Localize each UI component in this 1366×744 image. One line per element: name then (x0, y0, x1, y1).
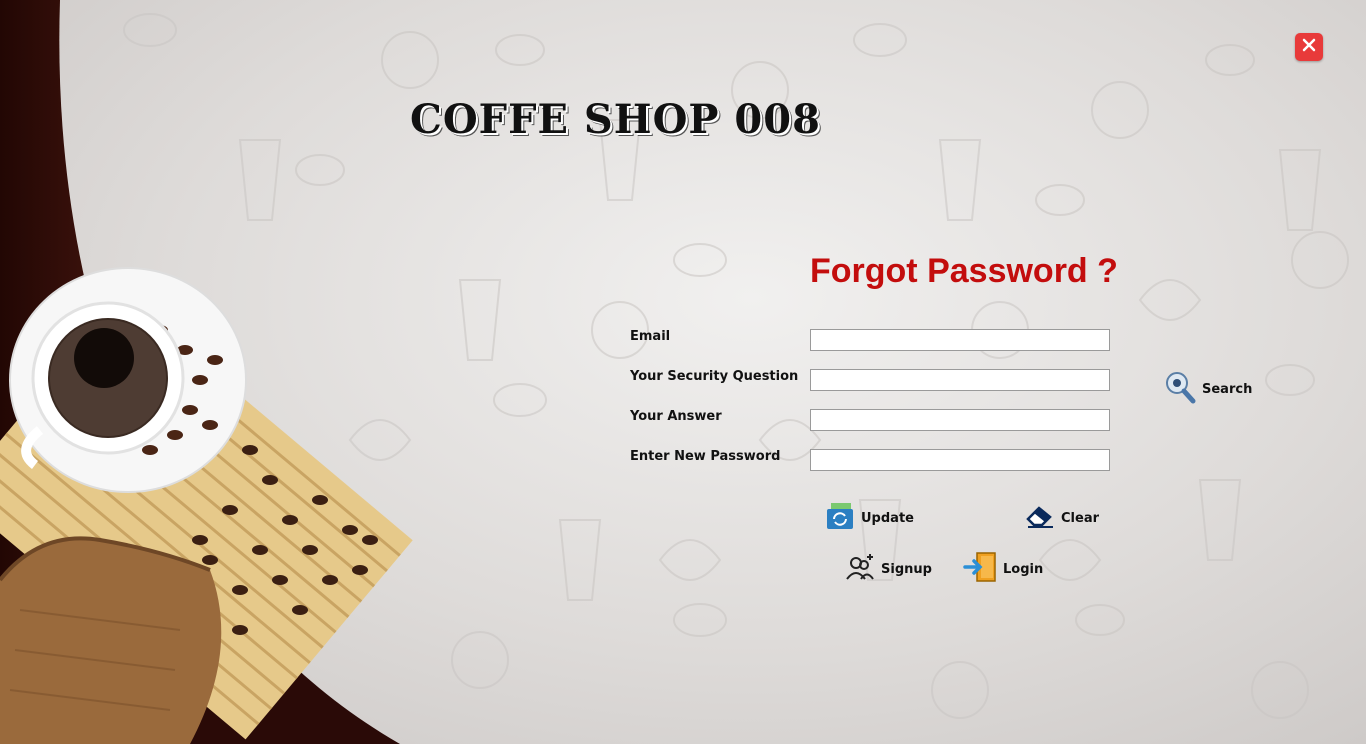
login-button[interactable]: Login (963, 552, 1043, 586)
search-button-label: Search (1202, 381, 1253, 397)
signup-button[interactable]: Signup (845, 552, 932, 586)
login-button-label: Login (1003, 561, 1044, 577)
close-icon (1301, 37, 1317, 57)
security-question-field[interactable] (810, 369, 1110, 391)
answer-label: Your Answer (630, 409, 722, 424)
eraser-icon (1025, 503, 1055, 533)
login-icon (963, 552, 997, 586)
email-label: Email (630, 329, 671, 344)
close-button[interactable] (1295, 33, 1323, 61)
email-field[interactable] (810, 329, 1110, 351)
search-icon (1164, 370, 1196, 408)
add-user-icon (845, 552, 875, 586)
clear-button[interactable]: Clear (1025, 503, 1099, 533)
answer-field[interactable] (810, 409, 1110, 431)
update-button[interactable]: Update (825, 501, 914, 535)
app-title: COFFE SHOP 008 (410, 96, 821, 143)
update-button-label: Update (861, 510, 914, 526)
search-button[interactable]: Search (1164, 370, 1252, 408)
security-question-label: Your Security Question (630, 369, 799, 384)
signup-button-label: Signup (881, 561, 932, 577)
new-password-label: Enter New Password (630, 449, 781, 464)
forgot-password-heading: Forgot Password ? (810, 252, 1118, 290)
coffee-cup-illustration (0, 267, 413, 744)
update-icon (825, 501, 855, 535)
clear-button-label: Clear (1061, 510, 1099, 526)
new-password-field[interactable] (810, 449, 1110, 471)
